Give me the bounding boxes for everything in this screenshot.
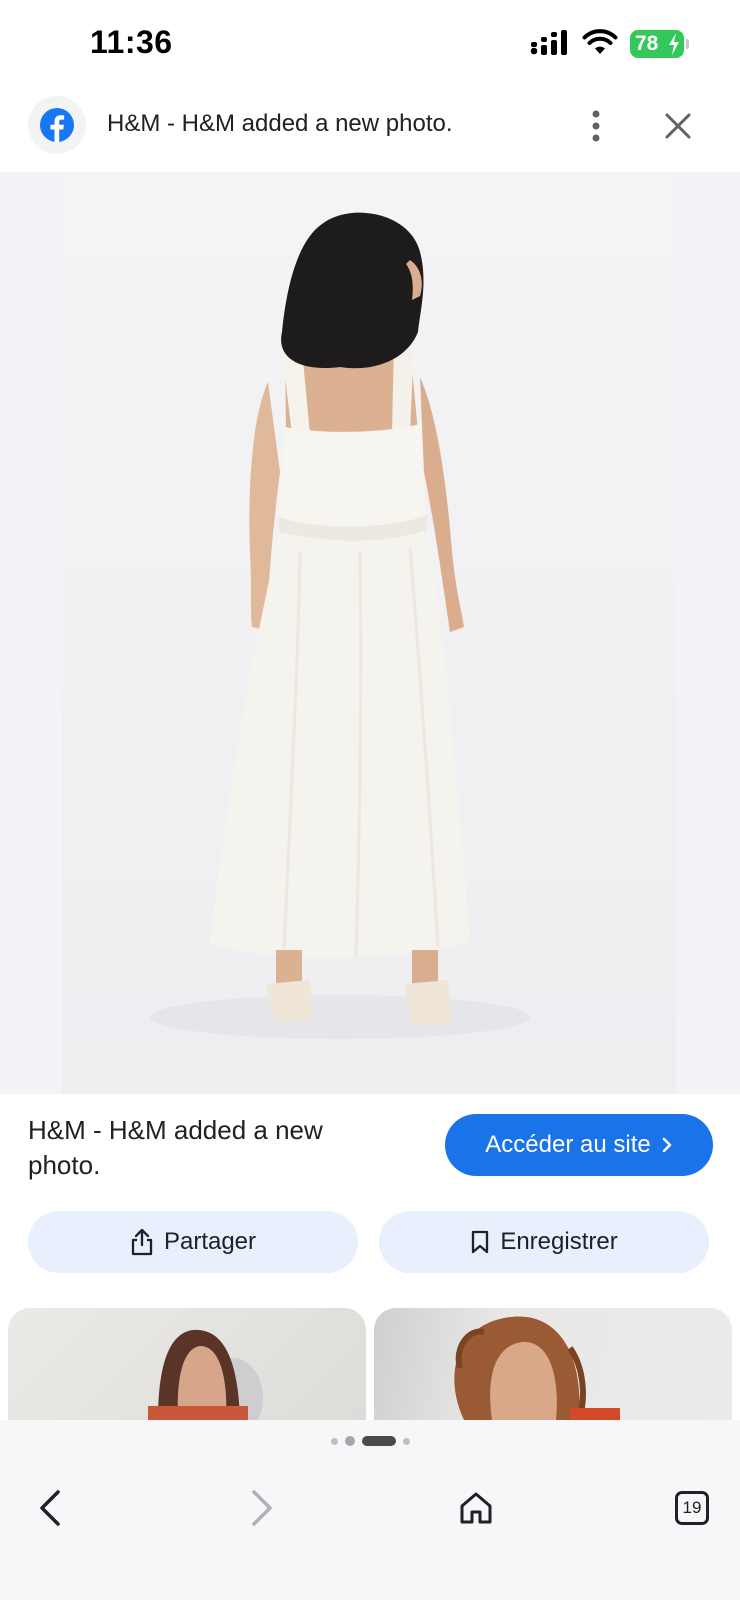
- status-icons: 78: [530, 28, 689, 61]
- share-icon: [131, 1228, 153, 1256]
- more-options-button[interactable]: [578, 104, 614, 148]
- tabs-icon: 19: [675, 1491, 709, 1525]
- share-button[interactable]: Partager: [28, 1211, 358, 1273]
- save-button[interactable]: Enregistrer: [379, 1211, 709, 1273]
- close-icon: [665, 113, 691, 139]
- page-title: H&M - H&M added a new photo.: [107, 110, 453, 137]
- tab-count: 19: [682, 1498, 702, 1517]
- status-bar: 11:36 78: [0, 0, 740, 88]
- pager-dot-active[interactable]: [361, 1436, 396, 1446]
- visit-site-label: Accéder au site: [485, 1131, 651, 1158]
- bookmark-icon: [472, 1230, 489, 1254]
- home-button[interactable]: [448, 1480, 504, 1536]
- battery-icon: 78: [630, 30, 689, 58]
- share-label: Partager: [163, 1228, 257, 1255]
- photo-caption: H&M - H&M added a new photo.: [28, 1115, 323, 1180]
- signal-icon: [530, 28, 570, 61]
- tabs-button[interactable]: 19: [664, 1480, 720, 1536]
- forward-button[interactable]: [234, 1480, 290, 1536]
- related-image[interactable]: [374, 1308, 732, 1420]
- battery-level: 78: [635, 32, 659, 55]
- back-button[interactable]: [22, 1480, 78, 1536]
- status-time: 11:36: [90, 24, 173, 60]
- wifi-icon: [582, 28, 618, 61]
- model-illustration: [150, 212, 530, 1039]
- save-label: Enregistrer: [500, 1228, 618, 1255]
- home-icon: [460, 1492, 492, 1524]
- pager-dot[interactable]: [402, 1437, 410, 1445]
- pager-dot[interactable]: [344, 1436, 355, 1446]
- chevron-right-icon: [662, 1137, 671, 1153]
- more-vert-icon: [592, 110, 600, 142]
- back-icon: [40, 1490, 60, 1526]
- source-favicon: [28, 96, 86, 154]
- close-button[interactable]: [656, 104, 700, 148]
- forward-icon: [252, 1490, 272, 1526]
- viewer-header: H&M - H&M added a new photo.: [0, 90, 740, 170]
- related-image[interactable]: [8, 1308, 366, 1420]
- carousel-pager: [0, 1436, 740, 1446]
- visit-site-button[interactable]: Accéder au site: [445, 1114, 713, 1176]
- main-photo[interactable]: [0, 172, 740, 1094]
- pager-dot[interactable]: [330, 1437, 338, 1445]
- facebook-icon: [40, 108, 74, 142]
- bottom-navigation: 19: [0, 1466, 740, 1600]
- charging-bolt-icon: [669, 33, 679, 55]
